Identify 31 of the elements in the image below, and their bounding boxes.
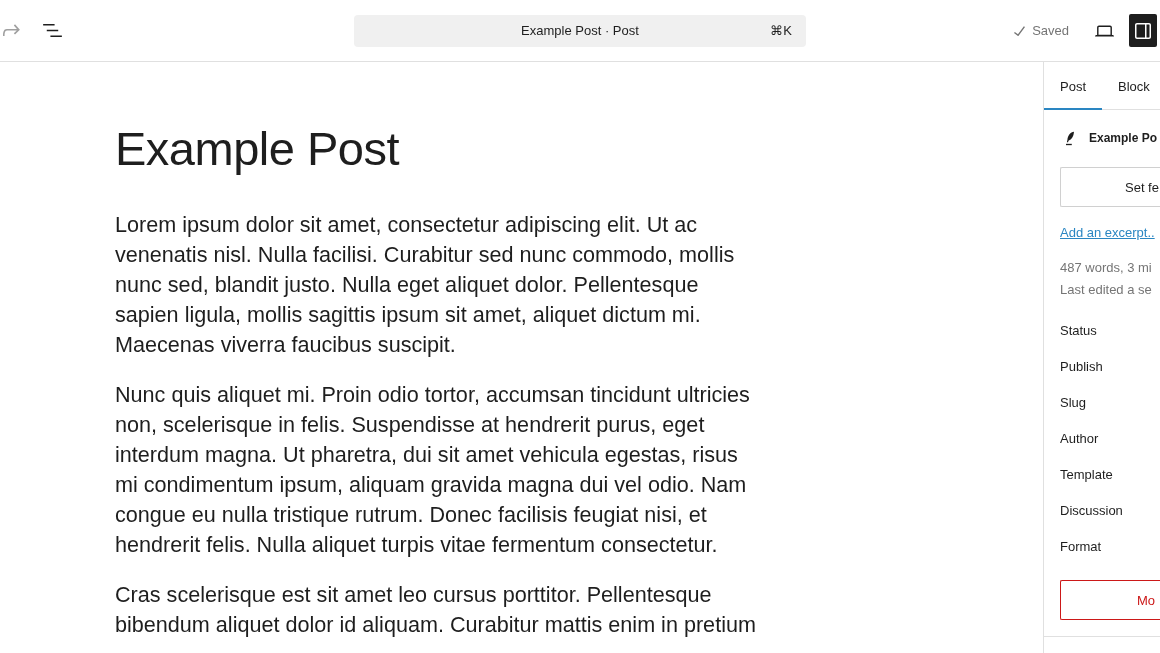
preview-button[interactable] <box>1095 24 1114 37</box>
field-label: Publish <box>1060 358 1103 376</box>
sidebar-icon <box>1135 22 1151 39</box>
field-label: Status <box>1060 322 1097 340</box>
sidebar-tab[interactable]: Post <box>1044 62 1102 110</box>
post-info-text: Last edited a se <box>1060 281 1153 299</box>
settings-toggle-button[interactable] <box>1129 14 1157 47</box>
field-label: Discussion <box>1060 502 1123 520</box>
post-title: Example Post <box>115 121 399 177</box>
saved-status-button[interactable]: Saved <box>1014 23 1069 38</box>
post-info-text: 487 words, 3 mi <box>1060 259 1153 277</box>
paragraph: Lorem ipsum dolor sit amet, consectetur adipiscing elit. Ut ac venenatis nisl. Nulla facilisi. Curabitur sed nunc commodo, mollis nunc sed, blandit justo. Nulla eget aliquet dolor. Pellentesque sapien ligula, mollis sagittis ipsum sit amet, aliquet dictum mi. Maecenas viverra faucibus suscipit. <box>115 211 736 359</box>
field-label: Slug <box>1060 394 1087 412</box>
post-summary-title: Example Po <box>1089 131 1158 145</box>
paragraph: Nunc quis aliquet mi. Proin odio tortor, accumsan tincidunt ultricies non, scelerisque in felis. Suspendisse at hendrerit purus, eget interdum magna. Ut pharetra, dui sit amet vehicula egestas, risus mi condimentum ipsum, aliquam gravida magna dui vel odio. Nam congue eu nulla tristique rutrum. Donec facilisis feugiat nisi, et hendrerit felis. Nulla aliquet turpis vitae fermentum consectetur. <box>115 381 751 559</box>
sidebar-tab[interactable]: Block <box>1102 62 1160 110</box>
trash-button[interactable]: Mo <box>1060 580 1160 620</box>
featured-image-button[interactable]: Set fe <box>1060 167 1160 207</box>
keyboard-shortcut: ⌘K <box>770 23 792 38</box>
laptop-icon <box>1095 24 1114 37</box>
command-bar[interactable]: Example Post · Post ⌘K <box>354 14 806 47</box>
paragraph: Cras scelerisque est sit amet leo cursus porttitor. Pellentesque bibendum aliquet dolor id aliquam. Curabitur mattis enim in pretium <box>115 581 757 639</box>
excerpt-link[interactable]: Add an excerpt.. <box>1060 223 1155 243</box>
list-view-icon <box>43 24 62 37</box>
feather-icon <box>1066 130 1074 146</box>
check-icon <box>1014 25 1026 36</box>
field-label: Template <box>1060 466 1113 484</box>
document-overview-button[interactable] <box>43 24 62 37</box>
redo-icon <box>3 24 20 37</box>
field-label: Author <box>1060 430 1099 448</box>
field-label: Format <box>1060 538 1102 556</box>
